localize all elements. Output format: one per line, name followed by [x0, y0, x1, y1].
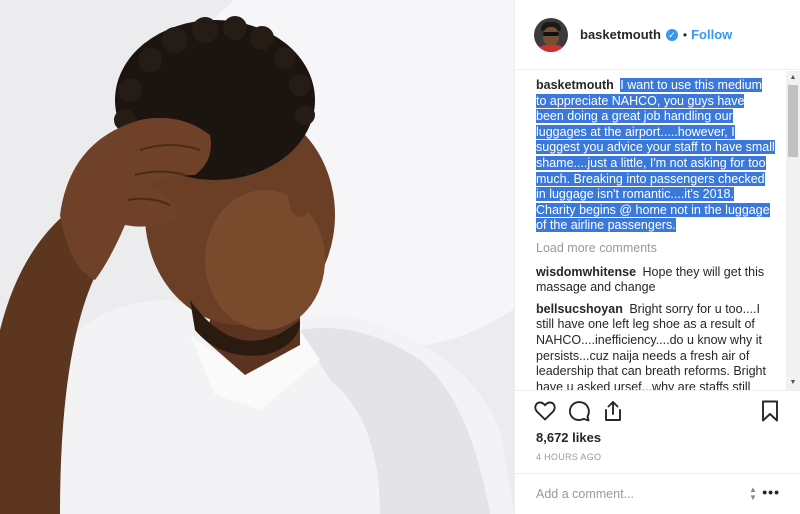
resize-arrows-icon: ▲ ▼ [749, 485, 757, 502]
action-icons [533, 399, 635, 423]
bookmark-icon[interactable] [758, 399, 782, 423]
post-header: basketmouth ✓ • Follow [515, 0, 800, 70]
likes-count[interactable]: 8,672 likes [536, 430, 601, 445]
photo-man-hand-on-head [0, 0, 514, 514]
follow-button[interactable]: Follow [691, 27, 732, 42]
speech-bubble-icon[interactable] [567, 399, 591, 423]
comment-username[interactable]: bellsucshoyan [536, 302, 623, 316]
comment-username[interactable]: wisdomwhitense [536, 265, 636, 279]
header-username[interactable]: basketmouth [580, 27, 661, 42]
comments-scrollbar[interactable]: ▲ ▼ [786, 71, 800, 390]
comment: wisdomwhitense Hope they will get this m… [536, 265, 775, 296]
load-more-comments-button[interactable]: Load more comments [536, 241, 775, 257]
share-icon[interactable] [601, 399, 625, 423]
header-separator: • [682, 27, 688, 42]
post-photo[interactable] [0, 0, 514, 514]
avatar-shirt [537, 44, 565, 52]
caption-text: I want to use this medium to appreciate … [536, 78, 775, 233]
avatar[interactable] [534, 17, 568, 52]
comment: bellsucshoyan Bright sorry for u too....… [536, 302, 775, 390]
more-options-icon[interactable]: ••• [762, 484, 780, 500]
scrollbar-thumb[interactable] [788, 85, 798, 157]
comments-list[interactable]: basketmouth I want to use this medium to… [515, 71, 800, 390]
caption: basketmouth I want to use this medium to… [536, 78, 775, 234]
verified-badge-icon: ✓ [665, 28, 678, 41]
add-comment-bar: ▲▼ ••• [515, 473, 800, 514]
scroll-down-arrow-icon[interactable]: ▼ [786, 376, 800, 390]
scroll-up-arrow-icon[interactable]: ▲ [786, 71, 800, 85]
caption-username[interactable]: basketmouth [536, 78, 614, 92]
heart-icon[interactable] [533, 399, 557, 423]
avatar-face [543, 26, 559, 46]
avatar-glasses [543, 31, 559, 36]
post-timestamp[interactable]: 4 HOURS AGO [536, 452, 601, 462]
comment-input[interactable] [536, 487, 736, 501]
post-side-panel: basketmouth ✓ • Follow basketmouth I wan… [514, 0, 800, 514]
